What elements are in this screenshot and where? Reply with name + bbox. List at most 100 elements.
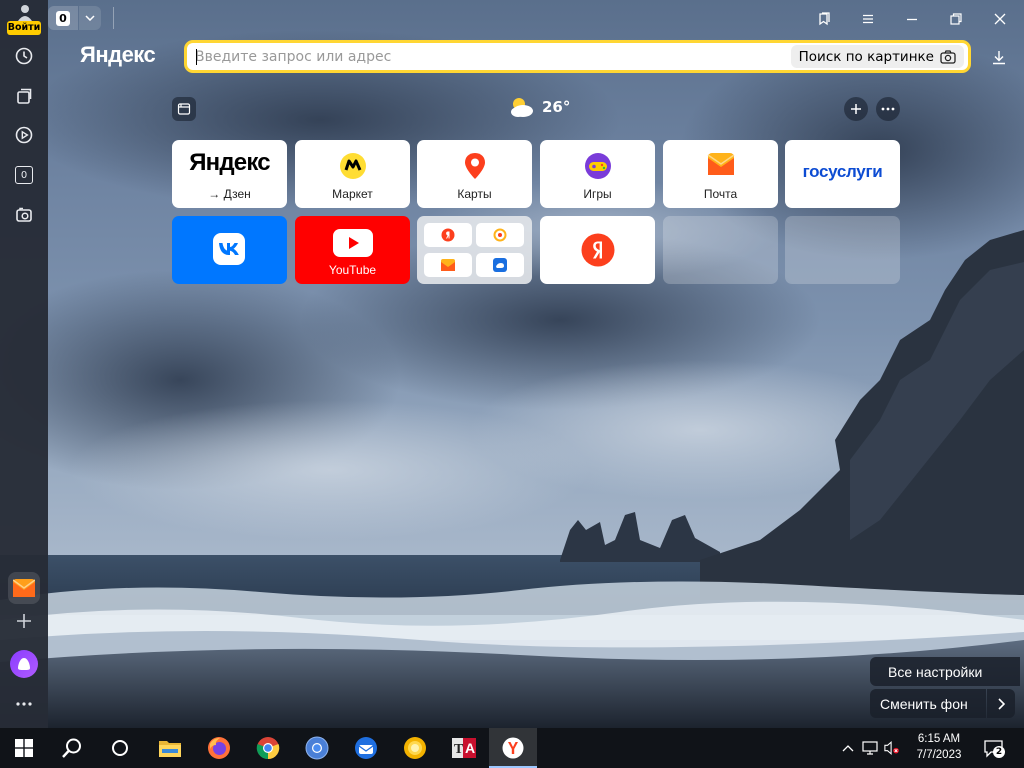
screenshot-button[interactable]: [6, 197, 42, 233]
yandex-browser-icon: [502, 737, 524, 759]
chromium-icon: [305, 736, 329, 760]
add-sidebar-app-button[interactable]: [6, 603, 42, 639]
yandex-browser-button[interactable]: [489, 728, 537, 768]
firefox-icon: [208, 737, 230, 759]
gamepad-icon: [584, 153, 611, 179]
svg-text:A: A: [465, 740, 475, 756]
history-button[interactable]: [6, 38, 42, 74]
tab-list-dropdown[interactable]: [79, 6, 101, 30]
file-explorer-button[interactable]: [146, 728, 194, 768]
cortana-button[interactable]: [96, 728, 144, 768]
collections-button[interactable]: [6, 78, 42, 114]
partly-cloudy-icon: [511, 98, 533, 117]
network-icon: [862, 741, 878, 755]
map-pin-icon: [464, 153, 485, 179]
mail-icon: [441, 259, 455, 271]
tabs-counter-button[interactable]: 0: [6, 157, 42, 193]
system-clock[interactable]: 6:15 AM 7/7/2023: [904, 731, 974, 763]
more-button[interactable]: [6, 686, 42, 722]
all-settings-label: Все настройки: [888, 663, 983, 680]
mail-icon: [13, 579, 35, 597]
more-dots-icon: [881, 107, 895, 111]
sticky-app-button[interactable]: [391, 728, 439, 768]
tile-label: Карты: [457, 187, 492, 201]
change-background-button[interactable]: Сменить фон: [870, 689, 986, 718]
add-tile-button[interactable]: [844, 97, 868, 121]
all-settings-button[interactable]: Все настройки: [870, 657, 1020, 686]
camera-icon: [16, 207, 32, 222]
address-input[interactable]: [187, 43, 791, 70]
plus-icon: [851, 104, 861, 114]
tile-youtube[interactable]: YouTube: [295, 216, 410, 284]
svg-text:T: T: [454, 742, 464, 757]
restore-button[interactable]: [936, 3, 976, 35]
firefox-button[interactable]: [195, 728, 243, 768]
clock-date: 7/7/2023: [916, 749, 962, 761]
cortana-circle-icon: [112, 740, 128, 756]
yandex-logo-text: Яндекс: [189, 149, 270, 176]
tile-yandex[interactable]: [540, 216, 655, 284]
tile-label: YouTube: [328, 263, 377, 277]
text-app-icon: TA: [452, 738, 476, 758]
divider: [113, 7, 114, 29]
tile-mail[interactable]: Почта: [663, 140, 778, 208]
chevron-up-icon: [842, 745, 854, 752]
chrome-icon: [256, 737, 280, 760]
gallery-icon: [177, 103, 191, 115]
video-button[interactable]: [6, 117, 42, 153]
omnibox[interactable]: Поиск по картинке: [184, 40, 971, 73]
collections-icon: [17, 88, 32, 104]
clock-time: 6:15 AM: [917, 733, 961, 745]
next-background-button[interactable]: [987, 689, 1015, 718]
network-tray-button[interactable]: [862, 740, 878, 756]
tile-gosuslugi[interactable]: госуслуги: [785, 140, 900, 208]
mail-icon: [707, 153, 734, 175]
youtube-icon: [332, 229, 373, 257]
downloads-button[interactable]: [984, 44, 1014, 70]
tile-maps[interactable]: Карты: [417, 140, 532, 208]
camera-search-icon: [940, 49, 956, 64]
tile-games[interactable]: Игры: [540, 140, 655, 208]
search-icon: [62, 738, 81, 758]
thunderbird-button[interactable]: [342, 728, 390, 768]
image-search-button[interactable]: Поиск по картинке: [790, 45, 964, 68]
tile-yandex-dzen[interactable]: Яндекс → Дзен: [172, 140, 287, 208]
user-icon: [18, 5, 32, 21]
chromium-button[interactable]: [293, 728, 341, 768]
image-search-label: Поиск по картинке: [798, 48, 934, 65]
minimize-button[interactable]: [892, 3, 932, 35]
tile-empty-slot[interactable]: [785, 216, 900, 284]
tile-empty-slot[interactable]: [663, 216, 778, 284]
sidebar: Войти 0: [0, 0, 48, 728]
action-center-button[interactable]: 2: [984, 739, 1005, 759]
tab-count-button[interactable]: 0: [48, 6, 78, 30]
login-button[interactable]: Войти: [6, 4, 42, 35]
notification-count: 2: [993, 746, 1005, 758]
menu-button[interactable]: [848, 3, 888, 35]
search-button[interactable]: [48, 728, 96, 768]
close-window-button[interactable]: [980, 3, 1020, 35]
tiles-menu-button[interactable]: [876, 97, 900, 121]
chrome-button[interactable]: [244, 728, 292, 768]
mail-app-button[interactable]: [8, 572, 40, 604]
minimize-icon: [907, 18, 917, 21]
tile-vk[interactable]: [172, 216, 287, 284]
tab-counter[interactable]: 0: [48, 6, 101, 30]
vk-icon: [213, 233, 245, 265]
tray-overflow-button[interactable]: [840, 740, 856, 756]
tile-group[interactable]: [417, 216, 532, 284]
tile-market[interactable]: Маркет: [295, 140, 410, 208]
gallery-button[interactable]: [172, 97, 196, 121]
volume-tray-button[interactable]: [884, 740, 900, 756]
text-app-button[interactable]: TA: [440, 728, 488, 768]
timer-icon: [493, 228, 507, 242]
weather-widget[interactable]: 26°: [508, 96, 570, 118]
play-icon: [15, 126, 33, 144]
bookmarks-button[interactable]: [804, 3, 844, 35]
hamburger-icon: [863, 14, 873, 24]
start-button[interactable]: [0, 728, 48, 768]
alice-assistant-button[interactable]: [10, 650, 38, 678]
yandex-y-icon: [581, 233, 614, 267]
restore-icon: [950, 13, 962, 25]
yandex-logo[interactable]: Яндекс: [80, 42, 156, 68]
